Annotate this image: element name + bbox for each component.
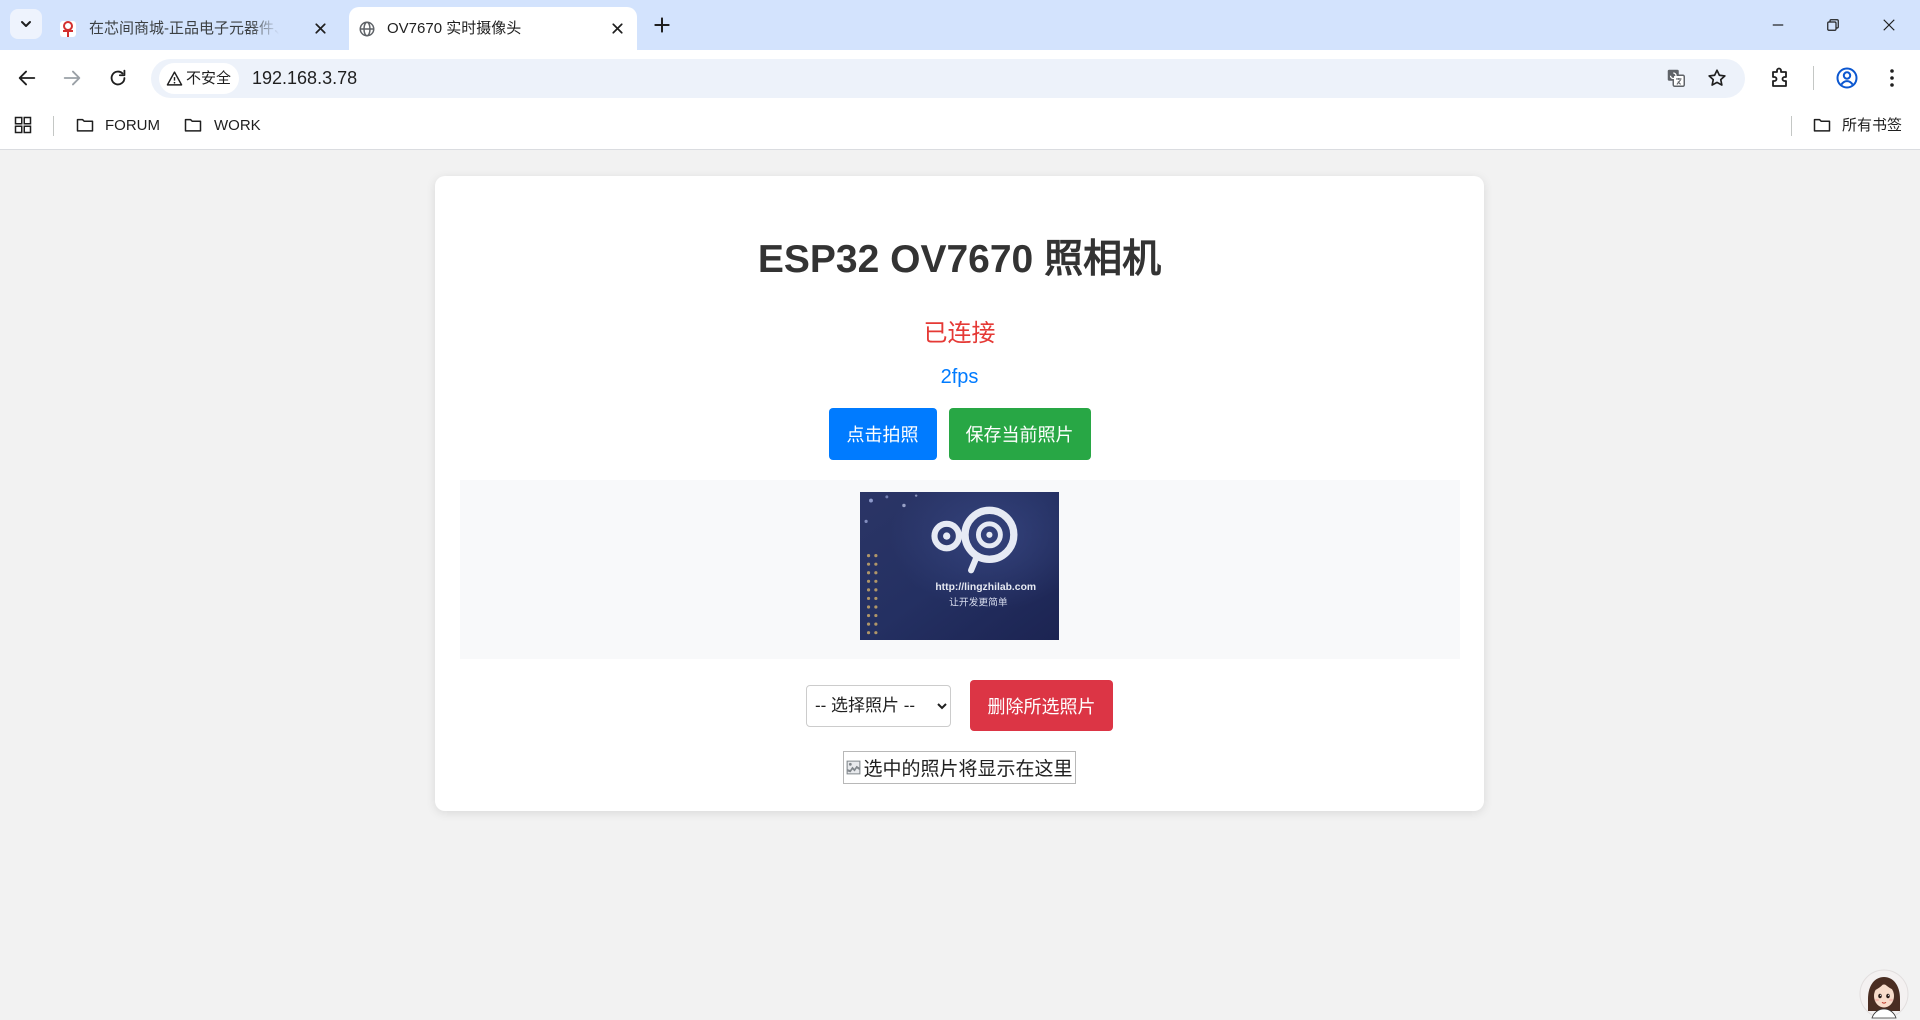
minimize-icon[interactable] <box>1769 16 1787 34</box>
tab-title: 在芯间商城-正品电子元器件、S <box>89 20 279 37</box>
toolbar: 不安全 192.168.3.78 <box>0 50 1920 106</box>
camera-card: ESP32 OV7670 照相机 已连接 2fps 点击拍照 保存当前照片 ht… <box>435 176 1484 811</box>
folder-icon <box>76 118 94 132</box>
bookmarks-separator <box>53 116 54 136</box>
bookmarks-bar: FORUM WORK 所有书签 <box>0 106 1920 150</box>
photo-management-row: -- 选择照片 -- 删除所选照片 <box>435 680 1484 731</box>
folder-icon <box>1813 118 1831 132</box>
security-label: 不安全 <box>186 70 232 87</box>
toolbar-divider <box>1813 66 1814 90</box>
close-tab-icon[interactable] <box>609 20 626 37</box>
star-icon[interactable] <box>1706 67 1728 89</box>
assistant-avatar[interactable] <box>1859 969 1909 1019</box>
tab-store[interactable]: 在芯间商城-正品电子元器件、S <box>49 7 339 50</box>
delete-photo-button[interactable]: 删除所选照片 <box>970 680 1113 731</box>
photo-select[interactable]: -- 选择照片 -- <box>806 684 951 727</box>
save-photo-button[interactable]: 保存当前照片 <box>948 408 1091 460</box>
bookmarks-separator <box>1791 116 1792 136</box>
store-logo-icon <box>60 21 76 37</box>
address-bar[interactable]: 不安全 192.168.3.78 <box>151 59 1745 98</box>
bookmark-label: FORUM <box>105 117 160 134</box>
tab-camera[interactable]: OV7670 实时摄像头 <box>349 7 637 50</box>
apps-grid-icon[interactable] <box>13 115 33 135</box>
logo-url-text: http://lingzhilab.com <box>935 582 1036 593</box>
capture-button[interactable]: 点击拍照 <box>828 408 937 460</box>
url-text[interactable]: 192.168.3.78 <box>252 59 357 98</box>
close-window-icon[interactable] <box>1880 16 1898 34</box>
frame-rate: 2fps <box>940 366 979 388</box>
extensions-icon[interactable] <box>1768 66 1792 90</box>
back-arrow-icon[interactable] <box>16 67 38 89</box>
security-chip[interactable]: 不安全 <box>159 63 239 94</box>
action-buttons: 点击拍照 保存当前照片 <box>435 408 1484 460</box>
forward-arrow-icon[interactable] <box>61 67 83 89</box>
photo-preview-row: 选中的照片将显示在这里 <box>435 751 1484 784</box>
reload-icon[interactable] <box>107 67 129 89</box>
restore-icon[interactable] <box>1824 16 1842 34</box>
warning-icon <box>166 71 183 86</box>
tab-search-chevron-icon <box>21 21 31 27</box>
broken-image-icon <box>847 760 861 775</box>
all-bookmarks-label: 所有书签 <box>1842 117 1903 134</box>
close-tab-icon[interactable] <box>312 20 329 37</box>
folder-icon <box>184 118 202 132</box>
logo-slogan-text: 让开发更简单 <box>949 596 1008 609</box>
profile-icon[interactable] <box>1835 66 1859 90</box>
tab-search-button[interactable] <box>10 9 42 39</box>
preview-alt-text: 选中的照片将显示在这里 <box>863 759 1073 780</box>
bookmark-label: WORK <box>214 117 261 134</box>
plus-icon[interactable] <box>652 15 672 35</box>
tab-title: OV7670 实时摄像头 <box>387 20 522 37</box>
more-menu-icon[interactable] <box>1880 66 1904 90</box>
page-title: ESP32 OV7670 照相机 <box>757 238 1162 281</box>
globe-icon <box>359 21 375 37</box>
live-stream-area: http://lingzhilab.com 让开发更简单 <box>460 480 1460 659</box>
translate-icon[interactable] <box>1665 67 1687 89</box>
connection-status: 已连接 <box>923 320 996 347</box>
selected-photo-preview: 选中的照片将显示在这里 <box>843 751 1076 784</box>
live-camera-frame: http://lingzhilab.com 让开发更简单 <box>860 492 1059 640</box>
tab-strip: 在芯间商城-正品电子元器件、S OV7670 实时摄像头 <box>0 0 1920 50</box>
